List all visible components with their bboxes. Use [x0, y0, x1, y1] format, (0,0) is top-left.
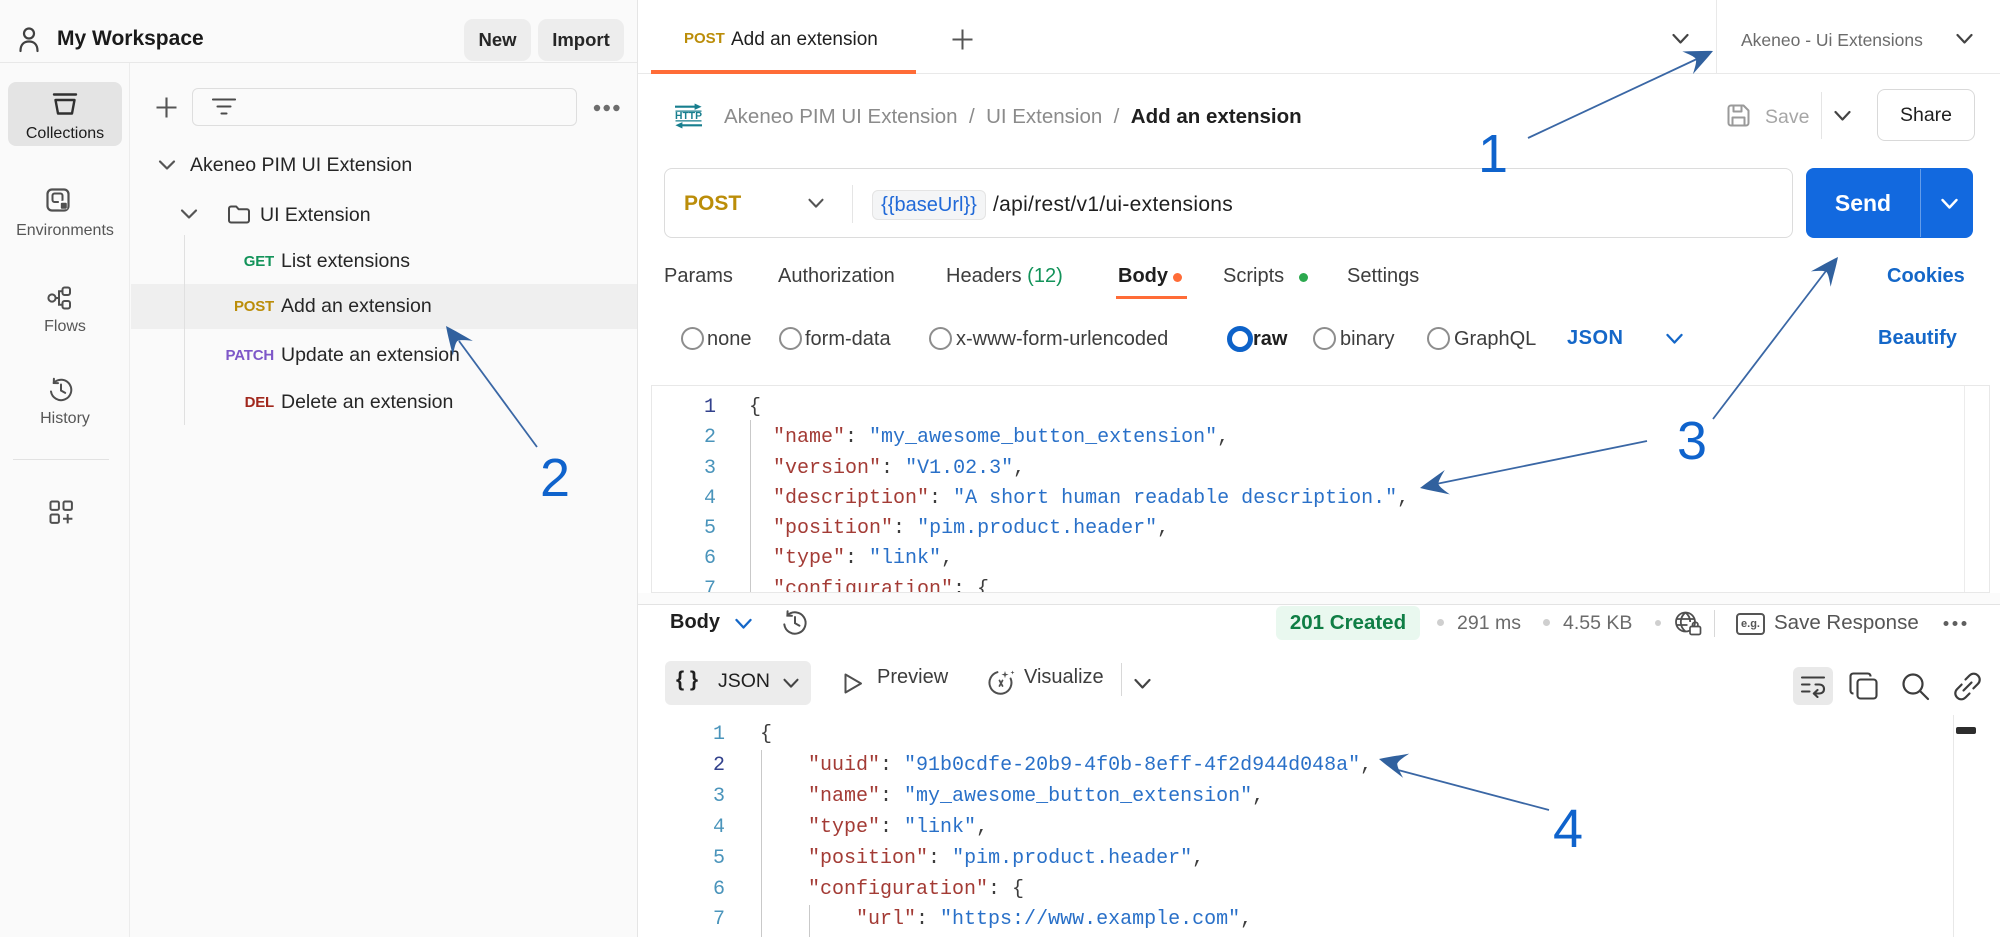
svg-text:HTTP: HTTP [675, 110, 702, 122]
